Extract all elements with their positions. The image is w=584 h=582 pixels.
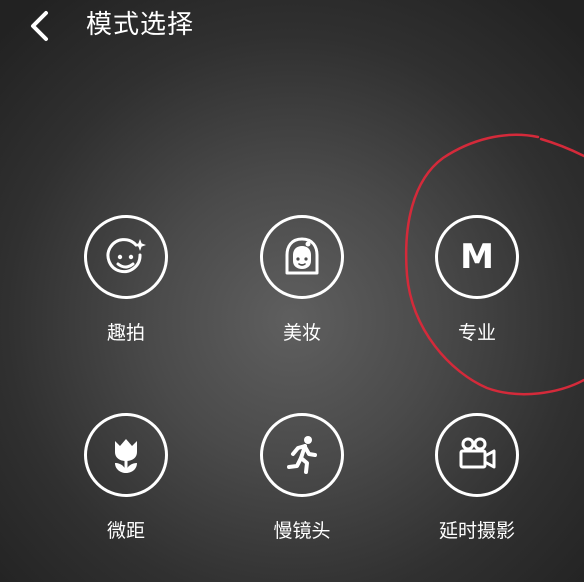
mode-icon-ring bbox=[435, 413, 519, 497]
mode-professional[interactable]: M 专业 bbox=[417, 215, 537, 345]
tulip-icon bbox=[115, 439, 137, 473]
mode-slow-motion[interactable]: 慢镜头 bbox=[242, 413, 362, 543]
mode-fun-shot[interactable]: 趣拍 bbox=[66, 215, 186, 345]
page-title: 模式选择 bbox=[86, 10, 195, 40]
running-person-icon bbox=[287, 436, 317, 474]
smiley-sparkle-icon bbox=[106, 238, 146, 274]
m-letter-icon: M bbox=[460, 237, 494, 277]
mode-macro[interactable]: 微距 bbox=[66, 413, 186, 543]
mode-time-lapse[interactable]: 延时摄影 bbox=[417, 413, 537, 543]
woman-face-icon bbox=[285, 237, 319, 275]
mode-label: 慢镜头 bbox=[273, 520, 331, 542]
mode-label: 美妆 bbox=[282, 322, 321, 344]
video-camera-icon bbox=[459, 437, 496, 469]
mode-label: 延时摄影 bbox=[438, 520, 515, 542]
mode-beauty[interactable]: 美妆 bbox=[242, 215, 362, 345]
mode-label: 微距 bbox=[106, 520, 145, 542]
mode-label: 专业 bbox=[457, 322, 496, 344]
mode-icon-ring: M bbox=[435, 215, 519, 299]
top-bar: 模式选择 bbox=[0, 0, 584, 56]
mode-icon-ring bbox=[84, 413, 168, 497]
mode-label: 趣拍 bbox=[106, 322, 145, 344]
mode-icon-ring bbox=[260, 215, 344, 299]
mode-icon-ring bbox=[84, 215, 168, 299]
chevron-left-icon bbox=[31, 11, 48, 41]
mode-icon-ring bbox=[260, 413, 344, 497]
back-button[interactable] bbox=[24, 8, 56, 44]
